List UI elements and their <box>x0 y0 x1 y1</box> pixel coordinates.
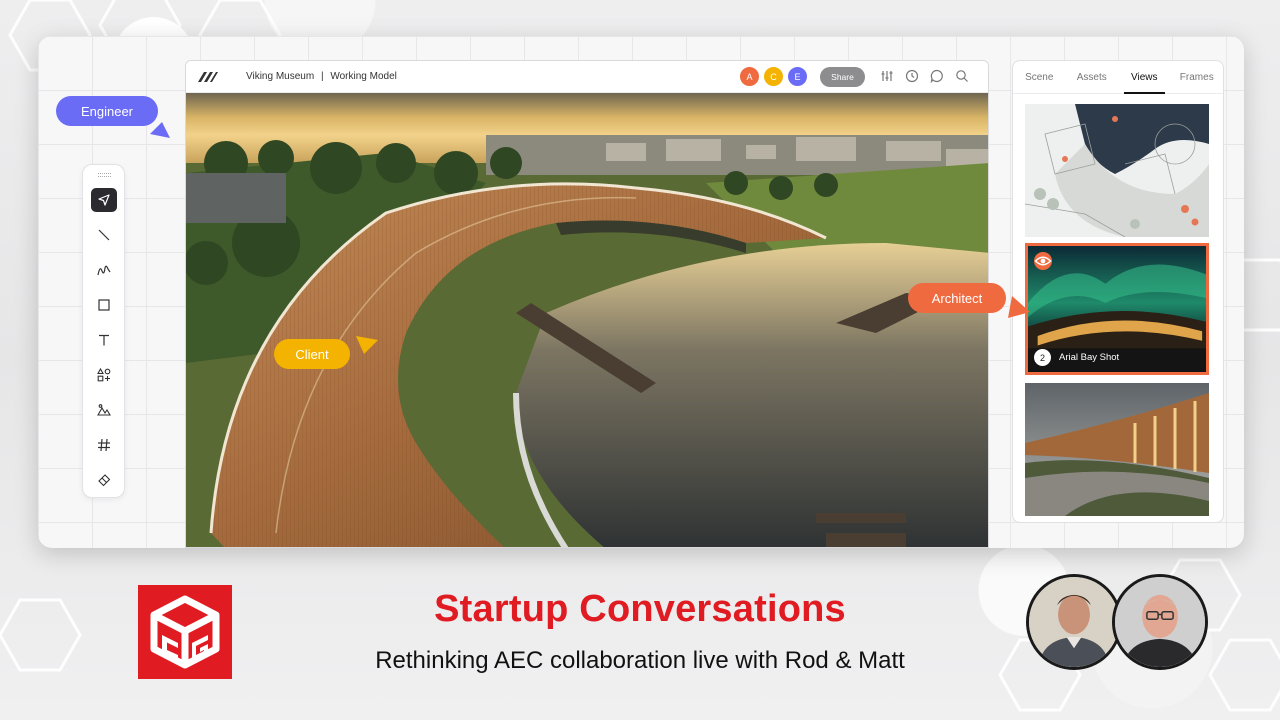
avatar[interactable]: A <box>739 66 760 87</box>
image-tool[interactable] <box>91 398 117 422</box>
drawing-toolbar <box>82 164 125 498</box>
tab-frames[interactable]: Frames <box>1171 61 1224 93</box>
headline: Startup Conversations <box>434 588 846 630</box>
host-portrait-right <box>1112 574 1208 670</box>
avatar[interactable]: E <box>787 66 808 87</box>
viewer-toolbar: Viking Museum | Working Model A C E Shar… <box>186 61 988 93</box>
model-name: Working Model <box>330 71 397 82</box>
title-separator: | <box>320 71 324 82</box>
view-thumbnail-aerial-bay[interactable]: 2 Arial Bay Shot <box>1025 243 1209 375</box>
architect-cursor-icon <box>1008 296 1030 318</box>
tab-views[interactable]: Views <box>1118 61 1171 94</box>
line-tool[interactable] <box>91 223 117 247</box>
engineer-cursor-icon <box>150 122 170 138</box>
share-button[interactable]: Share <box>820 67 865 87</box>
drag-handle-icon[interactable] <box>98 173 111 177</box>
brand-logo <box>138 585 232 679</box>
host-portrait-left <box>1026 574 1122 670</box>
view-label: Arial Bay Shot <box>1059 352 1120 363</box>
engineer-cursor-tag: Engineer <box>56 96 158 126</box>
hash-icon <box>98 438 110 452</box>
view-thumbnail-site-plan[interactable] <box>1025 104 1209 237</box>
thumbnail-caption: 2 Arial Bay Shot <box>1034 349 1119 366</box>
pen-tool[interactable] <box>91 258 117 282</box>
avatar[interactable]: C <box>763 66 784 87</box>
collaborator-avatars: A C E <box>739 66 811 87</box>
project-name: Viking Museum <box>246 71 315 82</box>
square-icon <box>98 299 110 311</box>
clock-icon[interactable] <box>905 69 919 83</box>
document-title: Viking Museum | Working Model <box>246 71 397 82</box>
model-viewer: Viking Museum | Working Model A C E Shar… <box>185 60 989 548</box>
views-panel: Scene Assets Views Frames 2 Arial Bay Sh… <box>1012 60 1224 523</box>
panel-tabs: Scene Assets Views Frames <box>1013 61 1223 94</box>
eraser-tool[interactable] <box>91 468 117 492</box>
sliders-icon[interactable] <box>880 69 894 83</box>
text-tool[interactable] <box>91 328 117 352</box>
architect-cursor-tag: Architect <box>908 283 1006 313</box>
view-number-badge: 2 <box>1034 349 1051 366</box>
tab-scene[interactable]: Scene <box>1013 61 1066 93</box>
museum-aerial-render <box>186 93 988 547</box>
eraser-icon <box>98 474 111 487</box>
text-icon <box>99 334 109 346</box>
eye-icon[interactable] <box>1034 252 1052 270</box>
tab-assets[interactable]: Assets <box>1066 61 1119 93</box>
select-tool[interactable] <box>91 188 117 212</box>
grid-tool[interactable] <box>91 433 117 457</box>
rectangle-tool[interactable] <box>91 293 117 317</box>
line-icon <box>98 229 110 241</box>
walkway-render-image <box>1025 383 1209 516</box>
search-icon[interactable] <box>955 69 969 83</box>
subheadline: Rethinking AEC collaboration live with R… <box>375 647 905 674</box>
client-cursor-tag: Client <box>274 339 350 369</box>
client-cursor-icon <box>356 336 378 354</box>
freehand-icon <box>97 265 111 276</box>
app-logo-icon[interactable] <box>196 70 218 84</box>
app-window: Viking Museum | Working Model A C E Shar… <box>38 36 1244 548</box>
shapes-tool[interactable] <box>91 363 117 387</box>
shapes-icon <box>97 368 111 382</box>
view-thumbnail-walkway[interactable] <box>1025 383 1209 516</box>
comment-icon[interactable] <box>930 69 944 83</box>
landscape-icon <box>97 404 111 416</box>
3d-viewport[interactable] <box>186 93 988 547</box>
cursor-arrow-icon <box>98 194 110 206</box>
site-plan-image <box>1025 104 1209 237</box>
